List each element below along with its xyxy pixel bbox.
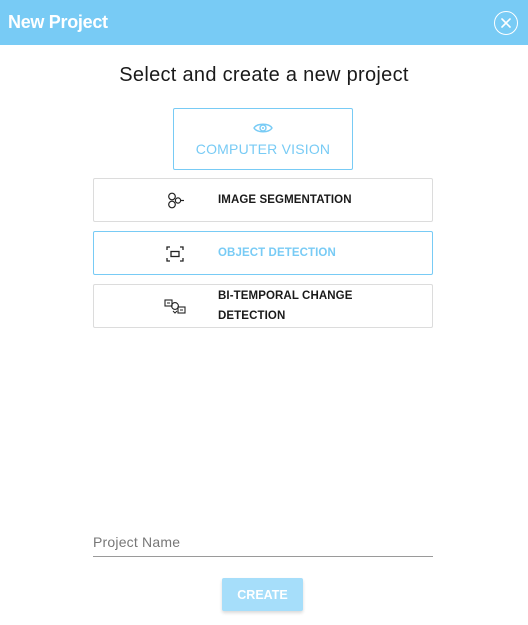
option-label: IMAGE SEGMENTATION xyxy=(218,194,352,206)
category-computer-vision[interactable]: COMPUTER VISION xyxy=(173,108,353,170)
eye-icon xyxy=(253,123,273,133)
page-heading: Select and create a new project xyxy=(119,64,409,86)
close-icon xyxy=(501,18,511,28)
option-label: OBJECT DETECTION xyxy=(218,247,336,259)
segmentation-icon xyxy=(168,192,184,209)
dialog-header: New Project xyxy=(0,0,528,45)
create-button[interactable]: CREATE xyxy=(222,578,303,611)
close-button[interactable] xyxy=(494,11,518,35)
option-label: BI-TEMPORAL CHANGE DETECTION xyxy=(218,290,353,322)
dialog-title: New Project xyxy=(8,12,108,32)
option-image-segmentation[interactable]: IMAGE SEGMENTATION xyxy=(93,178,433,222)
change-detection-icon xyxy=(164,299,186,314)
option-object-detection[interactable]: OBJECT DETECTION xyxy=(93,231,433,275)
option-bi-temporal-change-detection[interactable]: BI-TEMPORAL CHANGE DETECTION xyxy=(93,284,433,328)
bounding-box-icon xyxy=(166,246,184,262)
category-label: COMPUTER VISION xyxy=(195,141,331,157)
project-name-input[interactable] xyxy=(93,527,433,557)
